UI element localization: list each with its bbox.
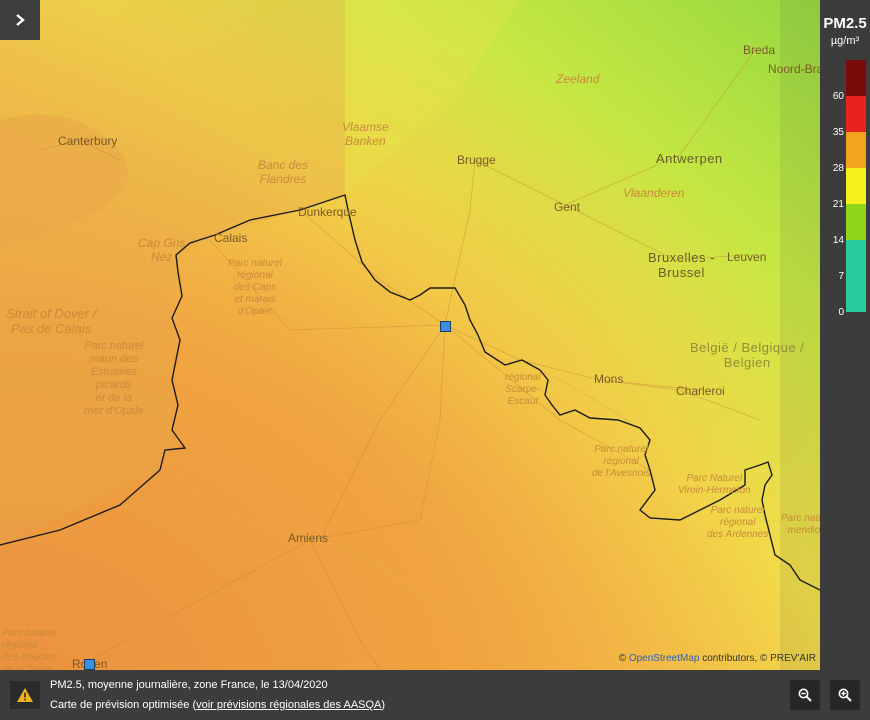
info-footer: PM2.5, moyenne journalière, zone France,… bbox=[0, 670, 870, 720]
place-belgie: België / Belgique / Belgien bbox=[690, 340, 805, 370]
legend-swatch-14-21 bbox=[846, 204, 866, 240]
openstreetmap-link[interactable]: OpenStreetMap bbox=[629, 653, 700, 664]
map-subtitle: Carte de prévision optimisée (voir prévi… bbox=[50, 699, 385, 711]
place-parc-viroin: Parc Naturel Viroin-Hermeton bbox=[678, 473, 751, 496]
legend-title: PM2.5 bbox=[823, 15, 867, 32]
place-parc-avesnois: Parc naturel régional de l'Avesnois bbox=[592, 444, 651, 479]
place-banc-des-flandres: Banc des Flandres bbox=[258, 158, 309, 186]
place-leuven: Leuven bbox=[727, 250, 767, 264]
sidebar-toggle-button[interactable] bbox=[0, 0, 40, 40]
place-calais: Calais bbox=[214, 231, 248, 245]
place-vlaanderen: Vlaanderen bbox=[623, 186, 685, 200]
legend-tick-28: 28 bbox=[832, 163, 844, 174]
place-parc-ardennes: Parc naturel régional des Ardennes bbox=[707, 505, 769, 540]
warning-icon bbox=[17, 688, 33, 702]
subtitle-prefix: Carte de prévision optimisée ( bbox=[50, 699, 197, 711]
place-parc-caps: Parc naturel régional des Caps et marais… bbox=[228, 258, 282, 317]
legend-tick-35: 35 bbox=[832, 127, 844, 138]
attribution-prefix: © bbox=[618, 653, 627, 664]
place-dunkerque: Dunkerque bbox=[298, 205, 357, 219]
zoom-out-icon bbox=[798, 688, 812, 702]
warning-button[interactable] bbox=[10, 681, 40, 709]
place-brugge: Brugge bbox=[457, 153, 496, 167]
legend-swatch-60plus bbox=[846, 60, 866, 96]
place-gent: Gent bbox=[554, 200, 581, 214]
place-breda: Breda bbox=[743, 43, 776, 57]
zoom-out-button[interactable] bbox=[790, 680, 820, 710]
place-zeeland: Zeeland bbox=[556, 72, 600, 86]
legend-tick-7: 7 bbox=[838, 271, 844, 282]
subtitle-suffix: ) bbox=[381, 699, 386, 711]
legend-tick-0: 0 bbox=[838, 307, 844, 318]
place-vlaamse-banken: Vlaamse Banken bbox=[342, 120, 389, 148]
legend-swatch-0-14 bbox=[846, 240, 866, 312]
legend-swatch-28-35 bbox=[846, 132, 866, 168]
map-description: PM2.5, moyenne journalière, zone France,… bbox=[50, 679, 328, 691]
place-cap-gris-nez: Cap Gris Nez bbox=[138, 236, 186, 264]
legend-tick-60: 60 bbox=[832, 91, 844, 102]
place-parc-marin: Parc naturel marin des Estuaires picards… bbox=[84, 340, 144, 417]
place-antwerpen: Antwerpen bbox=[656, 151, 723, 166]
station-marker-rouen[interactable] bbox=[84, 659, 95, 670]
legend-swatch-35-60 bbox=[846, 96, 866, 132]
legend-swatch-21-28 bbox=[846, 168, 866, 204]
zoom-in-icon bbox=[838, 688, 852, 702]
regional-forecasts-link[interactable]: voir prévisions régionales des AASQA bbox=[196, 699, 381, 711]
pollution-map[interactable]: Canterbury Vlaamse Banken Banc des Fland… bbox=[0, 0, 870, 720]
place-canterbury: Canterbury bbox=[58, 134, 118, 148]
attribution-rest: contributors, © PREV'AIR bbox=[702, 653, 816, 664]
legend-tick-21: 21 bbox=[832, 199, 844, 210]
station-marker-lille[interactable] bbox=[440, 321, 451, 332]
legend-unit: µg/m³ bbox=[830, 35, 860, 47]
place-parc-scarpe: régional Scarpe- Escaut bbox=[505, 372, 541, 407]
legend-tick-14: 14 bbox=[832, 235, 844, 246]
zoom-in-button[interactable] bbox=[830, 680, 860, 710]
place-charleroi: Charleroi bbox=[676, 384, 725, 398]
map-attribution: © OpenStreetMap contributors, © PREV'AIR bbox=[619, 653, 816, 664]
place-bruxelles: Bruxelles - Brussel bbox=[648, 250, 715, 280]
chevron-right-icon bbox=[16, 14, 25, 26]
place-parc-boucles: Parc naturel régional des Boucles de la … bbox=[2, 628, 57, 675]
legend-panel: PM2.5 µg/m³ 60 35 28 21 14 7 0 bbox=[820, 0, 870, 720]
place-mons: Mons bbox=[594, 372, 624, 386]
place-strait-of-dover: Strait of Dover / Pas de Calais bbox=[6, 306, 97, 336]
place-amiens: Amiens bbox=[288, 531, 329, 545]
